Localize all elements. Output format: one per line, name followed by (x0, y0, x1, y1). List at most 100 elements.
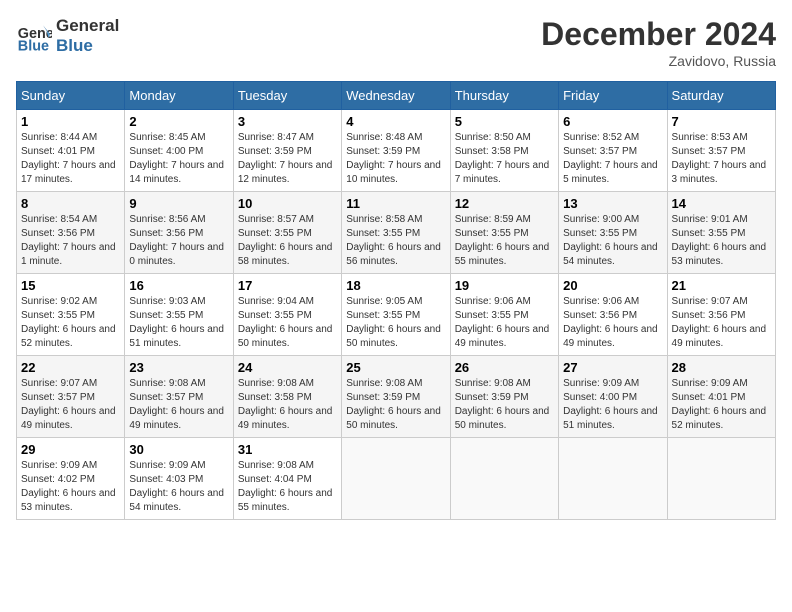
day-number: 2 (129, 114, 228, 129)
calendar-day-cell: 27 Sunrise: 9:09 AMSunset: 4:00 PMDaylig… (559, 356, 667, 438)
logo-line1: General (56, 16, 119, 36)
calendar-week-row: 29 Sunrise: 9:09 AMSunset: 4:02 PMDaylig… (17, 438, 776, 520)
calendar-day-cell: 30 Sunrise: 9:09 AMSunset: 4:03 PMDaylig… (125, 438, 233, 520)
day-number: 31 (238, 442, 337, 457)
day-detail: Sunrise: 8:48 AMSunset: 3:59 PMDaylight:… (346, 131, 445, 187)
day-detail: Sunrise: 8:47 AMSunset: 3:59 PMDaylight:… (238, 131, 337, 187)
day-number: 6 (563, 114, 662, 129)
dow-header: Tuesday (233, 82, 341, 110)
day-detail: Sunrise: 9:08 AMSunset: 4:04 PMDaylight:… (238, 459, 337, 515)
calendar-day-cell: 18 Sunrise: 9:05 AMSunset: 3:55 PMDaylig… (342, 274, 450, 356)
calendar-day-cell: 23 Sunrise: 9:08 AMSunset: 3:57 PMDaylig… (125, 356, 233, 438)
day-number: 26 (455, 360, 554, 375)
dow-header: Thursday (450, 82, 558, 110)
calendar-day-cell: 29 Sunrise: 9:09 AMSunset: 4:02 PMDaylig… (17, 438, 125, 520)
day-number: 7 (672, 114, 771, 129)
calendar-table: SundayMondayTuesdayWednesdayThursdayFrid… (16, 81, 776, 520)
day-detail: Sunrise: 8:50 AMSunset: 3:58 PMDaylight:… (455, 131, 554, 187)
day-detail: Sunrise: 8:58 AMSunset: 3:55 PMDaylight:… (346, 213, 445, 269)
calendar-day-cell: 22 Sunrise: 9:07 AMSunset: 3:57 PMDaylig… (17, 356, 125, 438)
calendar-day-cell: 14 Sunrise: 9:01 AMSunset: 3:55 PMDaylig… (667, 192, 775, 274)
day-headers-row: SundayMondayTuesdayWednesdayThursdayFrid… (17, 82, 776, 110)
day-detail: Sunrise: 8:52 AMSunset: 3:57 PMDaylight:… (563, 131, 662, 187)
day-number: 10 (238, 196, 337, 211)
day-number: 5 (455, 114, 554, 129)
dow-header: Monday (125, 82, 233, 110)
calendar-day-cell: 7 Sunrise: 8:53 AMSunset: 3:57 PMDayligh… (667, 110, 775, 192)
logo-icon: General Blue (16, 18, 52, 54)
day-number: 4 (346, 114, 445, 129)
calendar-day-cell: 24 Sunrise: 9:08 AMSunset: 3:58 PMDaylig… (233, 356, 341, 438)
calendar-day-cell: 13 Sunrise: 9:00 AMSunset: 3:55 PMDaylig… (559, 192, 667, 274)
calendar-week-row: 8 Sunrise: 8:54 AMSunset: 3:56 PMDayligh… (17, 192, 776, 274)
calendar-day-cell: 9 Sunrise: 8:56 AMSunset: 3:56 PMDayligh… (125, 192, 233, 274)
day-number: 8 (21, 196, 120, 211)
calendar-day-cell: 11 Sunrise: 8:58 AMSunset: 3:55 PMDaylig… (342, 192, 450, 274)
calendar-day-cell: 3 Sunrise: 8:47 AMSunset: 3:59 PMDayligh… (233, 110, 341, 192)
day-number: 22 (21, 360, 120, 375)
title-block: December 2024 Zavidovo, Russia (541, 16, 776, 69)
calendar-day-cell: 28 Sunrise: 9:09 AMSunset: 4:01 PMDaylig… (667, 356, 775, 438)
day-number: 13 (563, 196, 662, 211)
day-detail: Sunrise: 8:44 AMSunset: 4:01 PMDaylight:… (21, 131, 120, 187)
page-header: General Blue General Blue December 2024 … (16, 16, 776, 69)
day-detail: Sunrise: 8:54 AMSunset: 3:56 PMDaylight:… (21, 213, 120, 269)
dow-header: Sunday (17, 82, 125, 110)
calendar-day-cell: 16 Sunrise: 9:03 AMSunset: 3:55 PMDaylig… (125, 274, 233, 356)
day-detail: Sunrise: 9:08 AMSunset: 3:59 PMDaylight:… (455, 377, 554, 433)
day-detail: Sunrise: 9:01 AMSunset: 3:55 PMDaylight:… (672, 213, 771, 269)
logo: General Blue General Blue (16, 16, 119, 56)
svg-text:Blue: Blue (18, 38, 49, 54)
day-number: 23 (129, 360, 228, 375)
day-detail: Sunrise: 8:57 AMSunset: 3:55 PMDaylight:… (238, 213, 337, 269)
day-number: 20 (563, 278, 662, 293)
day-number: 30 (129, 442, 228, 457)
day-detail: Sunrise: 8:53 AMSunset: 3:57 PMDaylight:… (672, 131, 771, 187)
day-detail: Sunrise: 9:00 AMSunset: 3:55 PMDaylight:… (563, 213, 662, 269)
calendar-day-cell (667, 438, 775, 520)
day-number: 27 (563, 360, 662, 375)
day-detail: Sunrise: 9:08 AMSunset: 3:58 PMDaylight:… (238, 377, 337, 433)
day-detail: Sunrise: 9:05 AMSunset: 3:55 PMDaylight:… (346, 295, 445, 351)
calendar-day-cell: 19 Sunrise: 9:06 AMSunset: 3:55 PMDaylig… (450, 274, 558, 356)
day-detail: Sunrise: 9:06 AMSunset: 3:56 PMDaylight:… (563, 295, 662, 351)
day-number: 21 (672, 278, 771, 293)
day-detail: Sunrise: 9:03 AMSunset: 3:55 PMDaylight:… (129, 295, 228, 351)
day-detail: Sunrise: 8:59 AMSunset: 3:55 PMDaylight:… (455, 213, 554, 269)
day-number: 15 (21, 278, 120, 293)
dow-header: Wednesday (342, 82, 450, 110)
calendar-day-cell: 17 Sunrise: 9:04 AMSunset: 3:55 PMDaylig… (233, 274, 341, 356)
day-detail: Sunrise: 8:56 AMSunset: 3:56 PMDaylight:… (129, 213, 228, 269)
day-number: 14 (672, 196, 771, 211)
day-number: 16 (129, 278, 228, 293)
day-number: 17 (238, 278, 337, 293)
day-detail: Sunrise: 8:45 AMSunset: 4:00 PMDaylight:… (129, 131, 228, 187)
month-title: December 2024 (541, 16, 776, 53)
location-subtitle: Zavidovo, Russia (541, 53, 776, 69)
calendar-day-cell: 2 Sunrise: 8:45 AMSunset: 4:00 PMDayligh… (125, 110, 233, 192)
day-number: 11 (346, 196, 445, 211)
calendar-body: 1 Sunrise: 8:44 AMSunset: 4:01 PMDayligh… (17, 110, 776, 520)
calendar-day-cell: 31 Sunrise: 9:08 AMSunset: 4:04 PMDaylig… (233, 438, 341, 520)
calendar-day-cell: 4 Sunrise: 8:48 AMSunset: 3:59 PMDayligh… (342, 110, 450, 192)
day-detail: Sunrise: 9:06 AMSunset: 3:55 PMDaylight:… (455, 295, 554, 351)
calendar-day-cell: 8 Sunrise: 8:54 AMSunset: 3:56 PMDayligh… (17, 192, 125, 274)
calendar-week-row: 15 Sunrise: 9:02 AMSunset: 3:55 PMDaylig… (17, 274, 776, 356)
calendar-week-row: 1 Sunrise: 8:44 AMSunset: 4:01 PMDayligh… (17, 110, 776, 192)
day-detail: Sunrise: 9:07 AMSunset: 3:57 PMDaylight:… (21, 377, 120, 433)
day-detail: Sunrise: 9:09 AMSunset: 4:00 PMDaylight:… (563, 377, 662, 433)
day-number: 3 (238, 114, 337, 129)
day-number: 24 (238, 360, 337, 375)
calendar-day-cell: 1 Sunrise: 8:44 AMSunset: 4:01 PMDayligh… (17, 110, 125, 192)
day-number: 1 (21, 114, 120, 129)
calendar-day-cell: 21 Sunrise: 9:07 AMSunset: 3:56 PMDaylig… (667, 274, 775, 356)
logo-line2: Blue (56, 36, 119, 56)
calendar-day-cell: 26 Sunrise: 9:08 AMSunset: 3:59 PMDaylig… (450, 356, 558, 438)
day-detail: Sunrise: 9:09 AMSunset: 4:02 PMDaylight:… (21, 459, 120, 515)
calendar-day-cell (559, 438, 667, 520)
day-detail: Sunrise: 9:08 AMSunset: 3:57 PMDaylight:… (129, 377, 228, 433)
calendar-day-cell: 20 Sunrise: 9:06 AMSunset: 3:56 PMDaylig… (559, 274, 667, 356)
day-number: 19 (455, 278, 554, 293)
calendar-day-cell: 25 Sunrise: 9:08 AMSunset: 3:59 PMDaylig… (342, 356, 450, 438)
dow-header: Saturday (667, 82, 775, 110)
